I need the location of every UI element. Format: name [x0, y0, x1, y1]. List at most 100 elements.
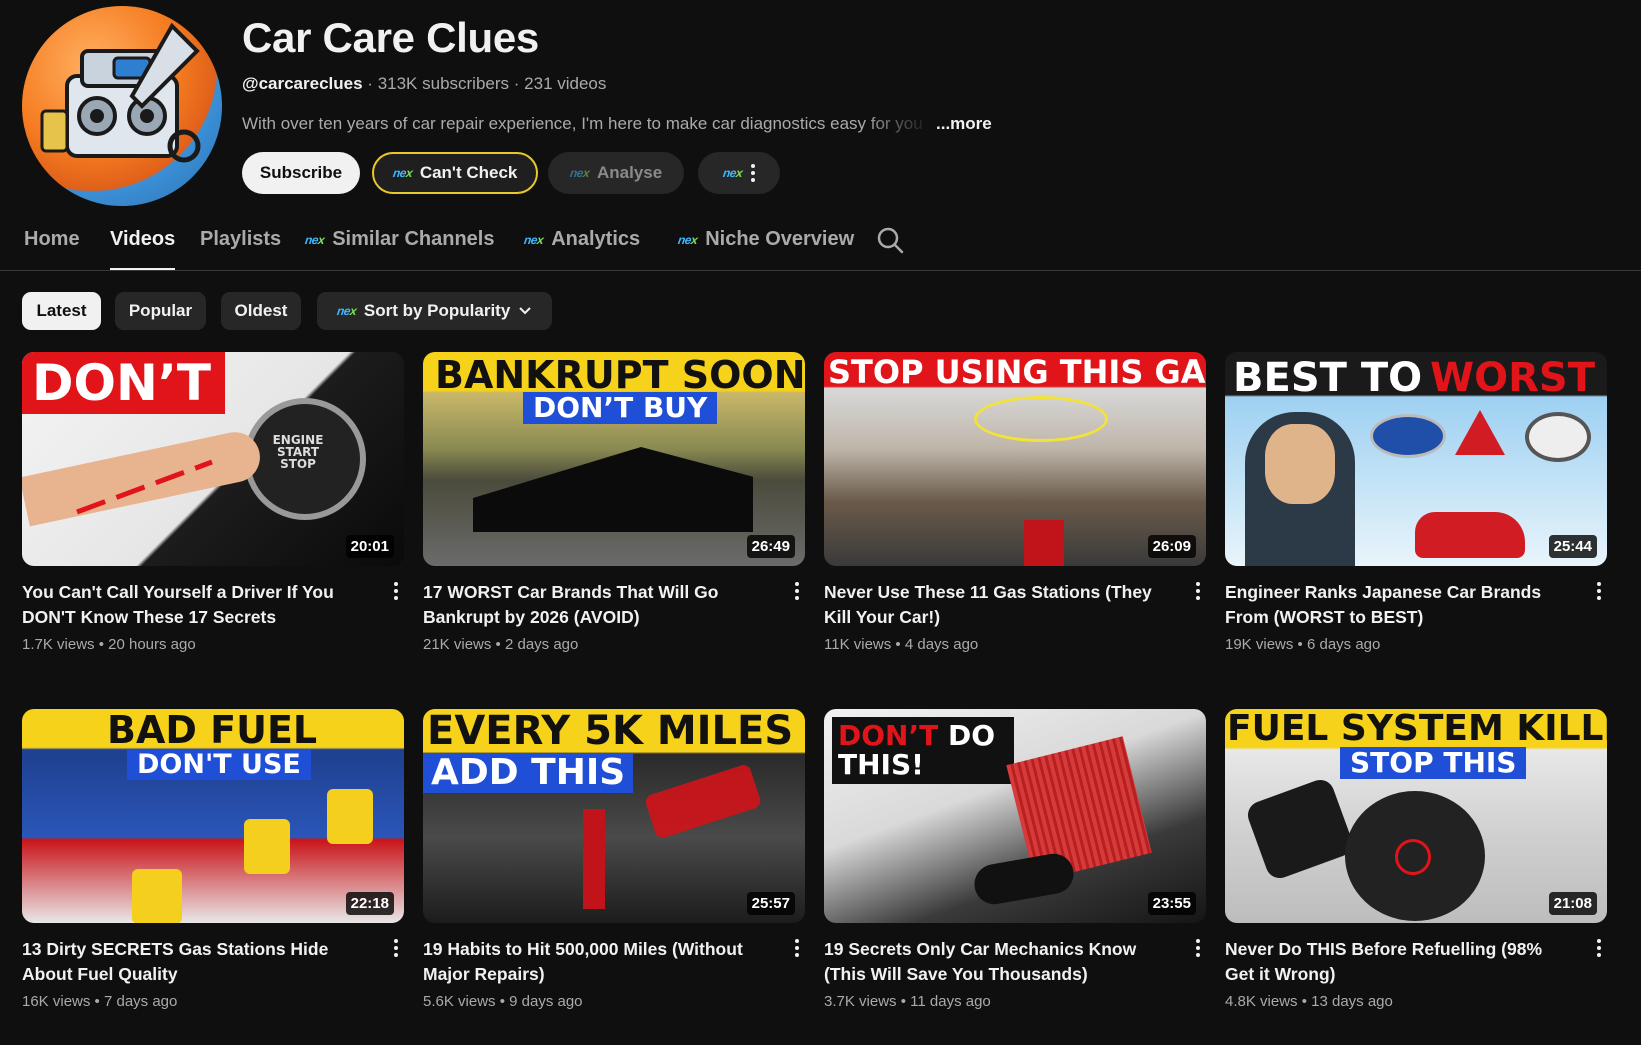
video-thumbnail[interactable]: EVERY 5K MILES ADD THIS 25:57 [423, 709, 805, 923]
nexlev-icon: nex [677, 232, 699, 247]
video-title[interactable]: Never Do THIS Before Refuelling (98% Get… [1225, 937, 1565, 987]
channel-avatar[interactable] [22, 6, 222, 206]
channel-name: Car Care Clues [242, 14, 539, 61]
video-title[interactable]: 19 Habits to Hit 500,000 Miles (Without … [423, 937, 763, 987]
sort-dropdown[interactable]: nex Sort by Popularity [317, 292, 552, 330]
more-vert-icon [750, 164, 755, 182]
tab-niche-overview[interactable]: nex Niche Overview [677, 228, 854, 251]
video-card[interactable]: EVERY 5K MILES ADD THIS 25:57 19 Habits … [423, 709, 805, 1010]
channel-tabs: Home Videos Playlists nex Similar Channe… [0, 214, 1641, 271]
search-icon[interactable] [876, 226, 904, 254]
tab-videos[interactable]: Videos [110, 228, 176, 270]
thumbnail-text: BAD FUEL [107, 709, 318, 752]
video-thumbnail[interactable]: FUEL SYSTEM KILLER STOP THIS 21:08 [1225, 709, 1607, 923]
video-title[interactable]: 17 WORST Car Brands That Will Go Bankrup… [423, 580, 763, 630]
thumbnail-subtext: DON'T USE [127, 749, 311, 780]
subscribe-button[interactable]: Subscribe [242, 152, 360, 194]
video-duration: 20:01 [345, 535, 394, 558]
view-count: 3.7K views [824, 993, 897, 1010]
tab-videos-label: Videos [110, 228, 176, 250]
chip-oldest[interactable]: Oldest [221, 292, 301, 330]
upload-age: 6 days ago [1306, 636, 1381, 653]
thumbnail-text: BANKRUPT SOON [435, 353, 805, 397]
subscribe-label: Subscribe [259, 163, 343, 182]
video-meta: 19K views • 6 days ago [1225, 636, 1381, 653]
video-menu-icon[interactable] [1597, 582, 1601, 600]
video-menu-icon[interactable] [1196, 939, 1200, 957]
chevron-down-icon [519, 307, 532, 315]
video-thumbnail[interactable]: BAD FUEL DON'T USE 22:18 [22, 709, 404, 923]
tab-home[interactable]: Home [24, 228, 80, 251]
upload-age: 7 days ago [103, 993, 178, 1010]
cant-check-label: Can't Check [419, 163, 518, 182]
view-count: 21K views [423, 636, 492, 653]
thumbnail-text: BEST TO [1233, 355, 1423, 401]
video-title[interactable]: Never Use These 11 Gas Stations (They Ki… [824, 580, 1164, 630]
nexlev-menu-button[interactable]: nex [698, 152, 780, 194]
analyse-button[interactable]: nex Analyse [548, 152, 684, 194]
tab-analytics[interactable]: nex Analytics [523, 228, 641, 251]
tab-analytics-label: Analytics [551, 228, 641, 250]
channel-handle: @carcareclues [242, 74, 363, 93]
chip-popular-label: Popular [128, 301, 193, 320]
video-card[interactable]: DON’T DO THIS! 23:55 19 Secrets Only Car… [824, 709, 1206, 1010]
video-thumbnail[interactable]: DON’T ENGINE START STOP 20:01 [22, 352, 404, 566]
video-card[interactable]: STOP USING THIS GAS 26:09 Never Use Thes… [824, 352, 1206, 653]
thumbnail-subtext: DON’T BUY [523, 392, 718, 424]
upload-age: 11 days ago [910, 993, 991, 1010]
video-card[interactable]: DON’T ENGINE START STOP 20:01 You Can't … [22, 352, 404, 653]
analyse-label: Analyse [597, 163, 663, 182]
video-meta: 16K views • 7 days ago [22, 993, 178, 1010]
tab-similar-channels[interactable]: nex Similar Channels [304, 228, 495, 251]
thumbnail-text: FUEL SYSTEM KILLER [1227, 709, 1607, 749]
thumbnail-text: DON’T [838, 719, 939, 752]
video-title[interactable]: 13 Dirty SECRETS Gas Stations Hide About… [22, 937, 362, 987]
video-duration: 26:49 [746, 535, 795, 558]
video-count: 231 videos [524, 74, 607, 93]
chip-latest[interactable]: Latest [22, 292, 101, 330]
video-meta: 21K views • 2 days ago [423, 636, 579, 653]
channel-description[interactable]: With over ten years of car repair experi… [242, 114, 992, 134]
thumbnail-subtext: STOP THIS [1340, 747, 1527, 779]
video-menu-icon[interactable] [394, 939, 398, 957]
video-duration: 22:18 [345, 892, 394, 915]
engine-logo-icon [40, 22, 201, 163]
chip-latest-label: Latest [36, 301, 87, 320]
more-link[interactable]: ...more [936, 114, 992, 133]
chip-popular[interactable]: Popular [115, 292, 206, 330]
view-count: 1.7K views [22, 636, 95, 653]
thumbnail-text: STOP USING THIS GAS [828, 353, 1206, 391]
video-thumbnail[interactable]: DON’T DO THIS! 23:55 [824, 709, 1206, 923]
upload-age: 13 days ago [1311, 993, 1393, 1010]
video-card[interactable]: FUEL SYSTEM KILLER STOP THIS 21:08 Never… [1225, 709, 1607, 1010]
video-card[interactable]: BANKRUPT SOON DON’T BUY 26:49 17 WORST C… [423, 352, 805, 653]
video-title[interactable]: Engineer Ranks Japanese Car Brands From … [1225, 580, 1565, 630]
description-text: With over ten years of car repair experi… [242, 114, 923, 133]
cant-check-button[interactable]: nex Can't Check [372, 152, 538, 194]
video-thumbnail[interactable]: BANKRUPT SOON DON’T BUY 26:49 [423, 352, 805, 566]
video-menu-icon[interactable] [795, 939, 799, 957]
tab-similar-label: Similar Channels [332, 228, 495, 250]
upload-age: 2 days ago [504, 636, 579, 653]
tab-playlists[interactable]: Playlists [200, 228, 281, 251]
video-duration: 25:57 [746, 892, 795, 915]
video-menu-icon[interactable] [394, 582, 398, 600]
video-thumbnail[interactable]: STOP USING THIS GAS 26:09 [824, 352, 1206, 566]
video-menu-icon[interactable] [795, 582, 799, 600]
sort-label: Sort by Popularity [363, 301, 511, 320]
video-duration: 21:08 [1548, 892, 1597, 915]
video-card[interactable]: BAD FUEL DON'T USE 22:18 13 Dirty SECRET… [22, 709, 404, 1010]
thumbnail-subtext: ENGINE START STOP [272, 433, 324, 471]
video-menu-icon[interactable] [1597, 939, 1601, 957]
view-count: 4.8K views [1225, 993, 1298, 1010]
chip-oldest-label: Oldest [234, 301, 288, 320]
video-meta: 5.6K views • 9 days ago [423, 993, 583, 1010]
video-meta: 3.7K views • 11 days ago [824, 993, 991, 1010]
video-title[interactable]: You Can't Call Yourself a Driver If You … [22, 580, 362, 630]
view-count: 11K views [824, 636, 892, 653]
video-menu-icon[interactable] [1196, 582, 1200, 600]
thumbnail-text-block: DON’T DO THIS! [832, 717, 1014, 784]
video-thumbnail[interactable]: BEST TO WORST 25:44 [1225, 352, 1607, 566]
video-card[interactable]: BEST TO WORST 25:44 Engineer Ranks Japan… [1225, 352, 1607, 653]
video-title[interactable]: 19 Secrets Only Car Mechanics Know (This… [824, 937, 1164, 987]
